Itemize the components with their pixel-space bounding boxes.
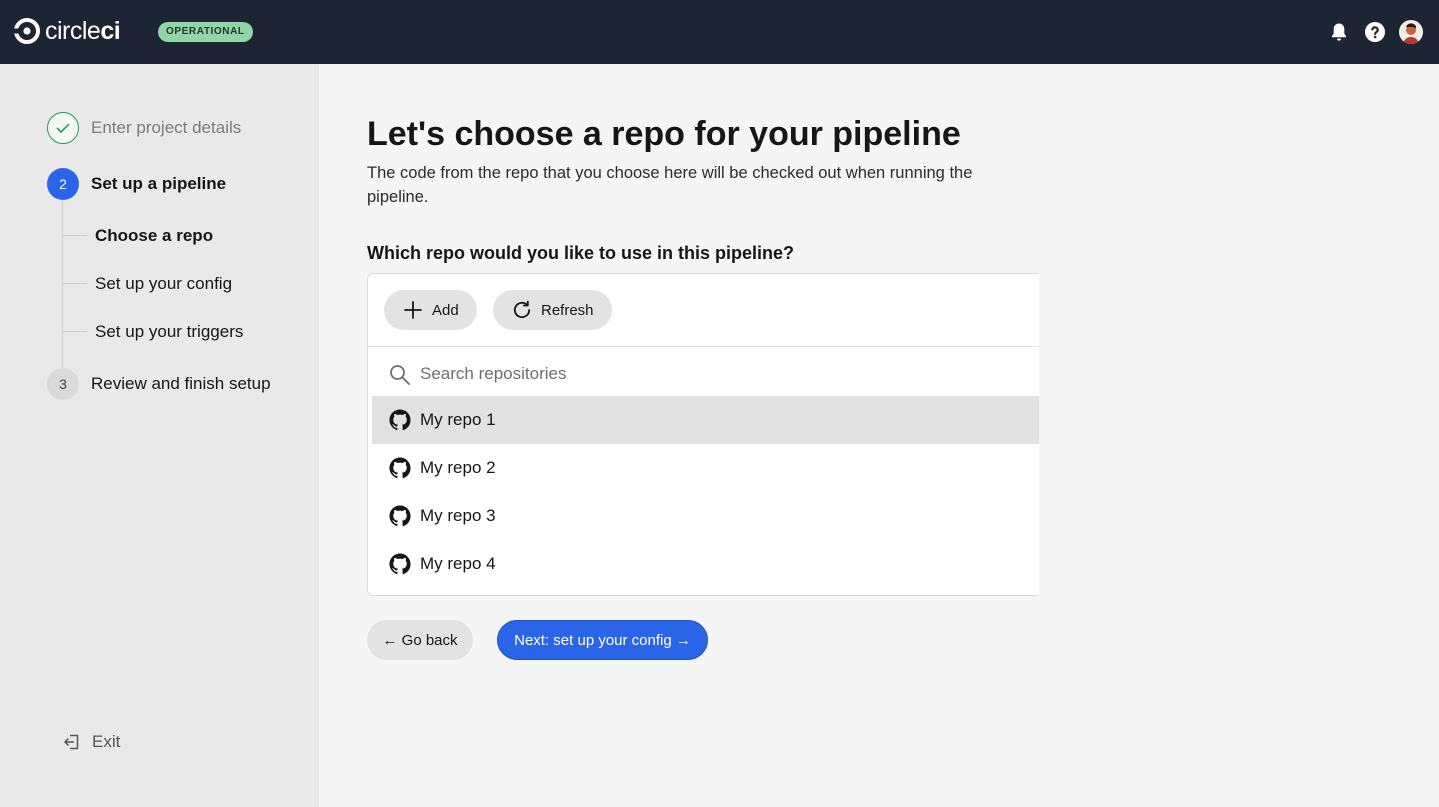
setup-stepper-sidebar: Enter project details 2 Set up a pipelin… xyxy=(0,64,319,807)
refresh-button[interactable]: Refresh xyxy=(493,290,612,330)
circleci-logo[interactable]: circleci xyxy=(14,17,121,45)
exit-button[interactable]: Exit xyxy=(62,730,120,754)
repo-name: My repo 3 xyxy=(420,506,496,525)
plus-icon xyxy=(404,301,422,319)
top-bar: circleci OPERATIONAL xyxy=(0,0,1439,64)
refresh-label: Refresh xyxy=(541,301,594,319)
github-icon xyxy=(389,505,411,527)
repo-list-item[interactable]: My repo 3 xyxy=(372,492,1039,540)
stepper-connector xyxy=(62,200,63,368)
search-icon xyxy=(390,365,410,385)
next-setup-config-button[interactable]: Next: set up your config → xyxy=(497,620,708,660)
substep-set-up-config: Set up your config xyxy=(95,274,233,293)
status-badge[interactable]: OPERATIONAL xyxy=(158,22,253,42)
step-complete-indicator xyxy=(47,112,79,144)
avatar[interactable] xyxy=(1399,20,1423,44)
substep-connector xyxy=(63,283,87,284)
repo-picker: Add Refresh My repo 1 My repo 2 xyxy=(367,273,1039,596)
github-icon xyxy=(389,457,411,479)
substep-set-up-triggers: Set up your triggers xyxy=(95,322,244,341)
search-row xyxy=(368,356,1039,392)
exit-label: Exit xyxy=(92,732,121,751)
repo-list-item[interactable]: My repo 1 xyxy=(372,396,1039,444)
repo-list-item[interactable]: My repo 4 xyxy=(372,540,1039,588)
go-back-button[interactable]: ← Go back xyxy=(367,620,473,660)
step-number-2: 2 xyxy=(47,168,79,200)
step-review-finish: Review and finish setup xyxy=(91,374,271,393)
substep-connector xyxy=(63,331,87,332)
check-icon xyxy=(56,123,70,133)
repo-name: My repo 2 xyxy=(420,458,496,477)
page-title: Let's choose a repo for your pipeline xyxy=(367,115,961,153)
step-set-up-pipeline: Set up a pipeline xyxy=(91,174,227,193)
repo-list-item[interactable]: My repo 2 xyxy=(372,444,1039,492)
circleci-logo-icon xyxy=(14,18,40,44)
logo-text: circleci xyxy=(45,17,121,45)
page-description: The code from the repo that you choose h… xyxy=(367,164,973,206)
repo-question: Which repo would you like to use in this… xyxy=(367,243,795,263)
search-repositories-input[interactable] xyxy=(420,360,1020,388)
step-enter-project-details[interactable]: Enter project details xyxy=(91,116,241,140)
github-icon xyxy=(389,409,411,431)
add-repo-button[interactable]: Add xyxy=(384,290,477,330)
github-icon xyxy=(389,553,411,575)
divider xyxy=(368,346,1039,347)
help-icon[interactable] xyxy=(1363,20,1387,44)
refresh-icon xyxy=(513,300,531,319)
repo-name: My repo 4 xyxy=(420,554,496,573)
substep-choose-repo: Choose a repo xyxy=(95,226,214,245)
avatar-image xyxy=(1399,20,1423,44)
exit-icon xyxy=(64,734,79,750)
bell-icon[interactable] xyxy=(1327,20,1351,44)
step-number-3: 3 xyxy=(47,368,79,400)
repo-name: My repo 1 xyxy=(420,410,496,429)
substep-connector xyxy=(63,235,87,236)
add-label: Add xyxy=(432,301,459,319)
main-content: Let's choose a repo for your pipeline Th… xyxy=(319,64,1439,807)
